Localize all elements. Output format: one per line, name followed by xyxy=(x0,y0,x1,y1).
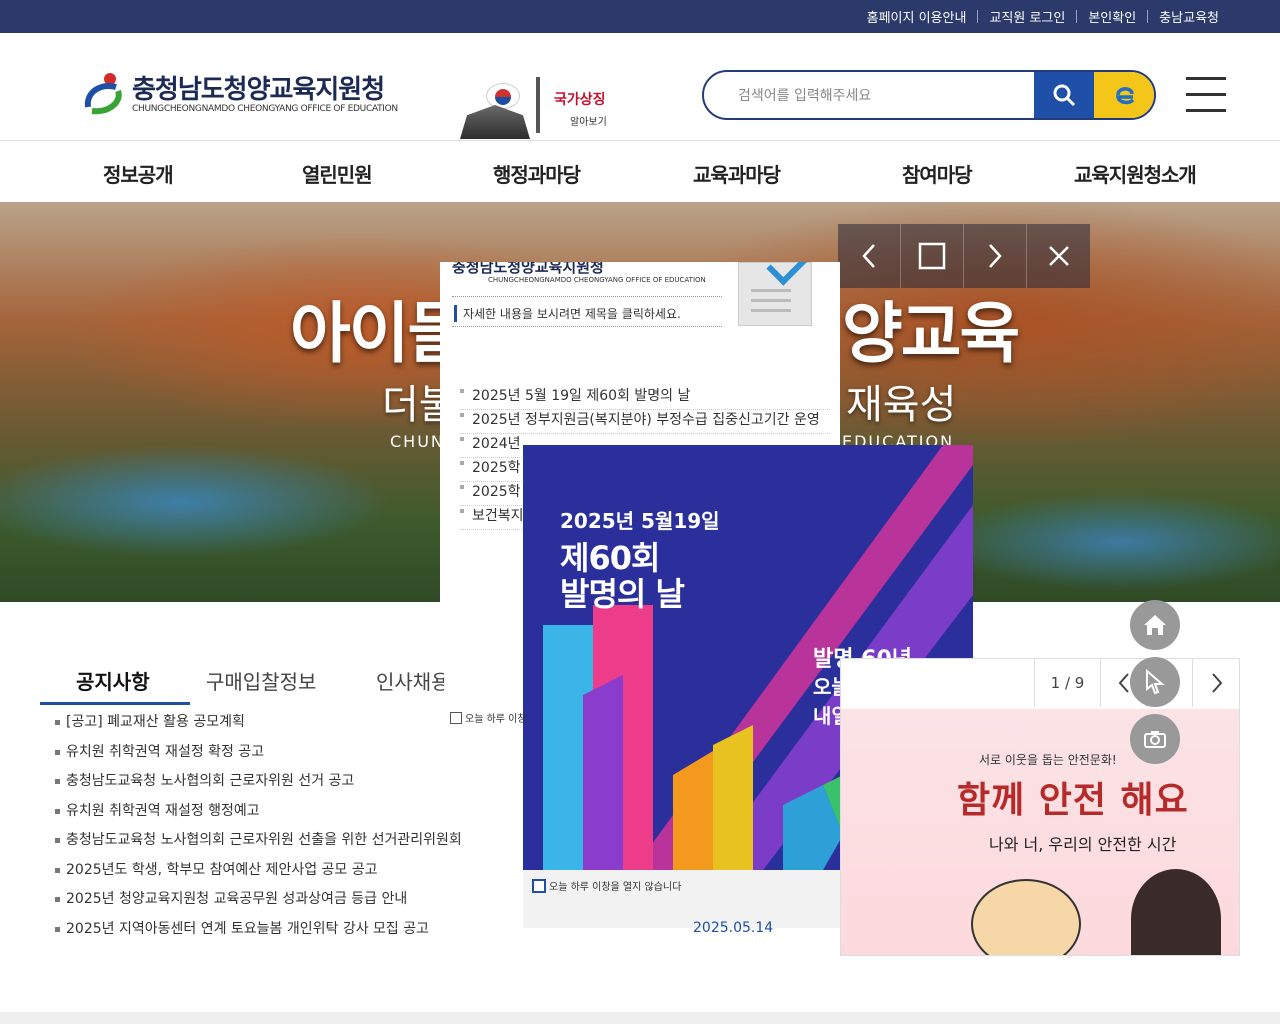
dont-show-today-checkbox[interactable]: 오늘 하루 이창을 열지 않습니다 xyxy=(532,878,681,893)
search-button[interactable] xyxy=(1034,72,1094,118)
notice-date: 2025.05.14 xyxy=(693,920,774,936)
list-item[interactable]: 충청남도교육청 노사협의회 근로자위원 선거 공고 xyxy=(55,771,485,801)
site-logo[interactable]: 충청남도청양교육지원청 CHUNGCHEONGNAMDO CHEONGYANG … xyxy=(82,69,412,117)
list-item[interactable]: 2025년 지역아동센터 연계 토요늘봄 개인위탁 강사 모집 공고 xyxy=(55,919,485,949)
banner-image[interactable]: 서로 이웃을 돕는 안전문화! 함께 안전 해요 나와 너, 우리의 안전한 시… xyxy=(841,709,1239,955)
girl-illustration xyxy=(1131,869,1221,955)
popup-next-button[interactable] xyxy=(964,224,1027,288)
character-illustration xyxy=(971,879,1081,955)
quick-cursor-button[interactable] xyxy=(1130,657,1180,707)
link-staff-login[interactable]: 교직원 로그인 xyxy=(978,7,1076,26)
chevron-left-icon xyxy=(862,244,875,268)
search-box xyxy=(702,70,1156,120)
menu-icon[interactable] xyxy=(1186,77,1226,112)
poster-title-2: 발명의 날 xyxy=(560,575,685,613)
link-provincial-office[interactable]: 충남교육청 xyxy=(1148,7,1230,26)
list-item[interactable]: 유치원 취학권역 재설정 행정예고 xyxy=(55,801,485,831)
hero-english-left: CHUN xyxy=(390,432,445,451)
e-logo-icon xyxy=(1115,87,1135,105)
tab-procurement[interactable]: 구매입찰정보 xyxy=(206,666,316,695)
link-site-guide[interactable]: 홈페이지 이용안내 xyxy=(856,7,978,26)
popup-pause-button[interactable] xyxy=(901,224,964,288)
utility-links: 홈페이지 이용안내 교직원 로그인 본인확인 충남교육청 xyxy=(856,0,1230,33)
logo-mark-icon xyxy=(84,73,122,115)
home-icon xyxy=(1144,615,1166,635)
divider xyxy=(452,326,722,327)
search-input[interactable] xyxy=(738,84,1028,108)
nav-item-education[interactable]: 교육과마당 xyxy=(693,159,781,188)
list-item[interactable]: 충청남도교육청 노사협의회 근로자위원 선출을 위한 선거관리위원회 xyxy=(55,830,485,860)
banner-page-indicator: 1 / 9 xyxy=(1034,659,1100,707)
chevron-right-icon xyxy=(1211,673,1222,693)
notice-tabs: 공지사항 구매입찰정보 인사채용 xyxy=(40,660,530,705)
national-symbol-banner[interactable]: 국가상징 알아보기 xyxy=(456,75,616,139)
nav-item-info-disclosure[interactable]: 정보공개 xyxy=(103,159,174,188)
national-symbol-title: 국가상징 xyxy=(554,92,606,108)
square-icon xyxy=(918,242,946,270)
tab-recruitment[interactable]: 인사채용 xyxy=(376,666,444,695)
dont-show-label: 오늘 하루 이창을 열지 않습니다 xyxy=(549,882,682,893)
list-item[interactable]: 2025년 5월 19일 제60회 발명의 날 xyxy=(460,386,830,410)
quick-home-button[interactable] xyxy=(1130,600,1180,650)
hero-headline-right: 양교육 xyxy=(842,295,1020,372)
nav-item-participation[interactable]: 참여마당 xyxy=(902,159,973,188)
quick-screenshot-button[interactable] xyxy=(1130,714,1180,764)
banner-next-button[interactable] xyxy=(1192,659,1239,707)
hero-subline-right: 재육성 xyxy=(846,382,957,428)
cursor-icon xyxy=(1146,669,1165,695)
nav-item-about[interactable]: 교육지원청소개 xyxy=(1074,159,1197,188)
nav-item-civil-complaints[interactable]: 열린민원 xyxy=(302,159,373,188)
chevron-right-icon xyxy=(989,244,1002,268)
list-item[interactable]: 유치원 취학권역 재설정 확정 공고 xyxy=(55,742,485,772)
e-search-button[interactable] xyxy=(1094,72,1154,118)
checkbox-icon xyxy=(532,878,546,893)
banner-text-2: 함께 안전 해요 xyxy=(957,780,1189,821)
gate-icon xyxy=(460,105,530,139)
list-item[interactable]: 2025년도 학생, 학부모 참여예산 제안사업 공모 공고 xyxy=(55,860,485,890)
popup-prev-button[interactable] xyxy=(838,224,901,288)
divider xyxy=(452,296,722,297)
chevron-left-icon xyxy=(1118,673,1129,693)
national-symbol-subtitle: 알아보기 xyxy=(570,117,607,128)
document-check-icon xyxy=(738,262,812,326)
logo-korean-name: 충청남도청양교육지원청 xyxy=(132,75,385,105)
link-identity-check[interactable]: 본인확인 xyxy=(1077,7,1147,26)
top-utility-bar: 홈페이지 이용안내 교직원 로그인 본인확인 충남교육청 xyxy=(0,0,1280,33)
banner-text-3: 나와 너, 우리의 안전한 시간 xyxy=(989,835,1177,854)
site-header: 충청남도청양교육지원청 CHUNGCHEONGNAMDO CHEONGYANG … xyxy=(0,33,1280,141)
logo-english-name: CHUNGCHEONGNAMDO CHEONGYANG OFFICE OF ED… xyxy=(132,104,398,114)
active-tab-indicator xyxy=(40,702,190,705)
list-item[interactable]: [공고] 폐교재산 활용 공모계획 xyxy=(55,712,485,742)
popup-close-all-button[interactable] xyxy=(1027,224,1090,288)
list-item[interactable]: 2025년 청양교육지원청 교육공무원 성과상여금 등급 안내 xyxy=(55,889,485,919)
close-icon xyxy=(1048,246,1069,266)
nav-item-administration[interactable]: 행정과마당 xyxy=(493,159,581,188)
main-nav: 정보공개 열린민원 행정과마당 교육과마당 참여마당 교육지원청소개 xyxy=(0,142,1280,202)
camera-icon xyxy=(1144,731,1166,748)
popup-logo-korean: 충청남도청양교육지원청 xyxy=(452,262,604,276)
tab-notices[interactable]: 공지사항 xyxy=(76,666,150,695)
popup-controls xyxy=(838,224,1090,288)
footer-strip xyxy=(0,1012,1280,1024)
banner-text-1: 서로 이웃을 돕는 안전문화! xyxy=(979,753,1117,767)
notice-list: [공고] 폐교재산 활용 공모계획 유치원 취학권역 재설정 확정 공고 충청남… xyxy=(55,712,485,948)
popup-logo-english: CHUNGCHEONGNAMDO CHEONGYANG OFFICE OF ED… xyxy=(488,276,706,284)
list-item[interactable]: 2025년 정부지원금(복지분야) 부정수급 집중신고기간 운영 xyxy=(460,410,830,434)
banner-slider: 1 / 9 서로 이웃을 돕는 안전문화! 함께 안전 해요 나와 너, 우리의… xyxy=(840,658,1240,956)
popup-hint: 자세한 내용을 보시려면 제목을 클릭하세요. xyxy=(454,305,681,322)
tower-icon xyxy=(536,77,540,133)
search-icon xyxy=(1053,84,1076,107)
taegukgi-icon xyxy=(486,83,520,109)
poster-date: 2025년 5월19일 xyxy=(560,509,720,533)
